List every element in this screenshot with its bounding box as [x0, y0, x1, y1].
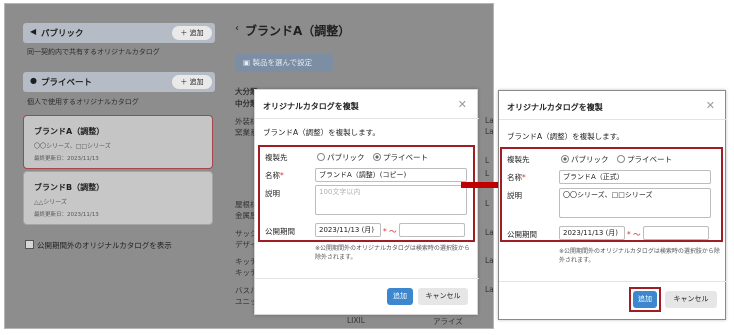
plus-icon: ＋ [180, 78, 190, 86]
pick-products-label: 製品を選んで設定 [252, 58, 313, 67]
radio-label: プライベート [383, 153, 428, 162]
duplicate-modal-after: オリジナルカタログを複製 ✕ ブランドA（調整）を複製します。 複製先 パブリッ… [498, 90, 727, 320]
dest-label: 複製先 [265, 153, 288, 162]
modal-title: オリジナルカタログを複製 [507, 103, 603, 112]
bg-text: La [485, 256, 494, 265]
sidebar: ◀ パブリック ＋ 追加 同一契約内で共有するオリジナルカタログ ● プライベー… [5, 4, 215, 328]
modal-title: オリジナルカタログを複製 [263, 102, 359, 111]
period-end-input[interactable] [399, 223, 465, 237]
bg-text: L [485, 169, 490, 178]
add-button[interactable]: 追加 [633, 291, 657, 308]
modal-message: ブランドA（調整）を複製します。 [507, 132, 624, 141]
share-icon: ◀ [30, 27, 37, 36]
card-subtitle: 〇〇シリーズ、□□シリーズ [34, 143, 111, 150]
public-section-title: パブリック [41, 29, 84, 39]
name-input[interactable]: ブランドA（調整）(コピー) [315, 168, 467, 182]
public-add-button[interactable]: ＋ 追加 [172, 26, 212, 40]
radio-label: プライベート [627, 155, 672, 164]
bg-text: アライズ [433, 317, 463, 326]
bg-text: La [485, 228, 494, 237]
bg-text: L [485, 199, 490, 208]
private-add-button[interactable]: ＋ 追加 [172, 75, 212, 89]
divider [255, 278, 479, 279]
radio-checked-icon [373, 153, 381, 161]
radio-label: パブリック [327, 153, 365, 162]
name-label-text: 名称 [507, 173, 522, 182]
divider [499, 281, 727, 282]
desc-label: 説明 [507, 191, 522, 200]
card-title: ブランドB（調整） [34, 183, 105, 192]
period-start-input[interactable]: 2023/11/13 (月) [315, 223, 381, 237]
back-chevron-icon[interactable]: ‹ [235, 23, 239, 34]
duplicate-modal-before: オリジナルカタログを複製 ✕ ブランドA（調整）を複製します。 複製先 パブリッ… [254, 89, 479, 315]
period-label: 公開期間 [507, 230, 537, 239]
show-expired-toggle[interactable]: 公開期間外のオリジナルカタログを表示 [25, 240, 172, 251]
dest-private-radio[interactable]: プライベート [617, 154, 672, 165]
period-note: ※公開期間外のオリジナルカタログは検索時の選択肢から除外されます。 [315, 245, 470, 261]
bg-text: La [485, 285, 494, 294]
bg-text: L [485, 156, 490, 165]
card-date: 最終更新日：2023/11/13 [34, 156, 99, 162]
desc-textarea[interactable]: 100文字以内 [315, 185, 467, 215]
catalog-card[interactable]: ブランドB（調整） △△シリーズ 最終更新日：2023/11/13 [23, 171, 213, 225]
public-add-label: 追加 [189, 29, 204, 37]
add-button[interactable]: 追加 [387, 288, 413, 305]
card-subtitle: △△シリーズ [34, 199, 67, 206]
period-note: ※公開期間外のオリジナルカタログは検索時の選択肢から除外されます。 [559, 248, 720, 264]
name-label: 名称* [507, 172, 526, 183]
private-section-header[interactable]: ● プライベート ＋ 追加 [23, 72, 215, 92]
bg-text: La [485, 127, 494, 136]
plus-icon: ＋ [180, 29, 190, 37]
pick-products-button[interactable]: ▣ 製品を選んで設定 [235, 54, 333, 72]
name-label: 名称* [265, 170, 284, 181]
dest-public-radio[interactable]: パブリック [317, 152, 365, 163]
period-start-input[interactable]: 2023/11/13 (月) [559, 226, 625, 240]
public-section-header[interactable]: ◀ パブリック ＋ 追加 [23, 23, 215, 43]
card-title: ブランドA（調整） [34, 127, 105, 136]
cancel-button[interactable]: キャンセル [418, 288, 468, 305]
card-date: 最終更新日：2023/11/13 [34, 212, 99, 218]
close-icon[interactable]: ✕ [706, 99, 715, 112]
user-icon: ● [30, 76, 37, 85]
catalog-card-selected[interactable]: ブランドA（調整） 〇〇シリーズ、□□シリーズ 最終更新日：2023/11/13 [23, 115, 213, 169]
radio-icon [617, 155, 625, 163]
required-mark: * [280, 171, 284, 180]
name-label-text: 名称 [265, 171, 280, 180]
private-add-label: 追加 [189, 78, 204, 86]
private-section-title: プライベート [41, 78, 93, 88]
page-title: ブランドA（調整） [245, 24, 351, 38]
divider [255, 118, 479, 119]
bg-text: LIXIL [347, 316, 365, 325]
private-section-desc: 個人で使用するオリジナルカタログ [27, 98, 139, 106]
dest-label: 複製先 [507, 155, 530, 164]
checkbox[interactable] [25, 240, 34, 249]
dest-private-radio[interactable]: プライベート [373, 152, 428, 163]
period-separator: * ～ [383, 227, 397, 236]
public-section-desc: 同一契約内で共有するオリジナルカタログ [27, 48, 160, 56]
show-expired-label: 公開期間外のオリジナルカタログを表示 [37, 241, 172, 250]
radio-checked-icon [561, 155, 569, 163]
close-icon[interactable]: ✕ [458, 98, 467, 111]
dest-public-radio[interactable]: パブリック [561, 154, 609, 165]
period-separator: * ～ [627, 230, 641, 239]
desc-label: 説明 [265, 189, 280, 198]
desc-textarea[interactable]: 〇〇シリーズ、□□シリーズ [559, 188, 711, 218]
radio-icon [317, 153, 325, 161]
modal-message: ブランドA（調整）を複製します。 [263, 128, 380, 137]
required-mark: * [522, 173, 526, 182]
radio-label: パブリック [571, 155, 609, 164]
divider [499, 119, 727, 120]
bg-text: La [485, 116, 494, 125]
period-label: 公開期間 [265, 227, 295, 236]
period-end-input[interactable] [643, 226, 709, 240]
cancel-button[interactable]: キャンセル [665, 291, 717, 308]
name-input[interactable]: ブランドA（正式） [559, 170, 711, 184]
